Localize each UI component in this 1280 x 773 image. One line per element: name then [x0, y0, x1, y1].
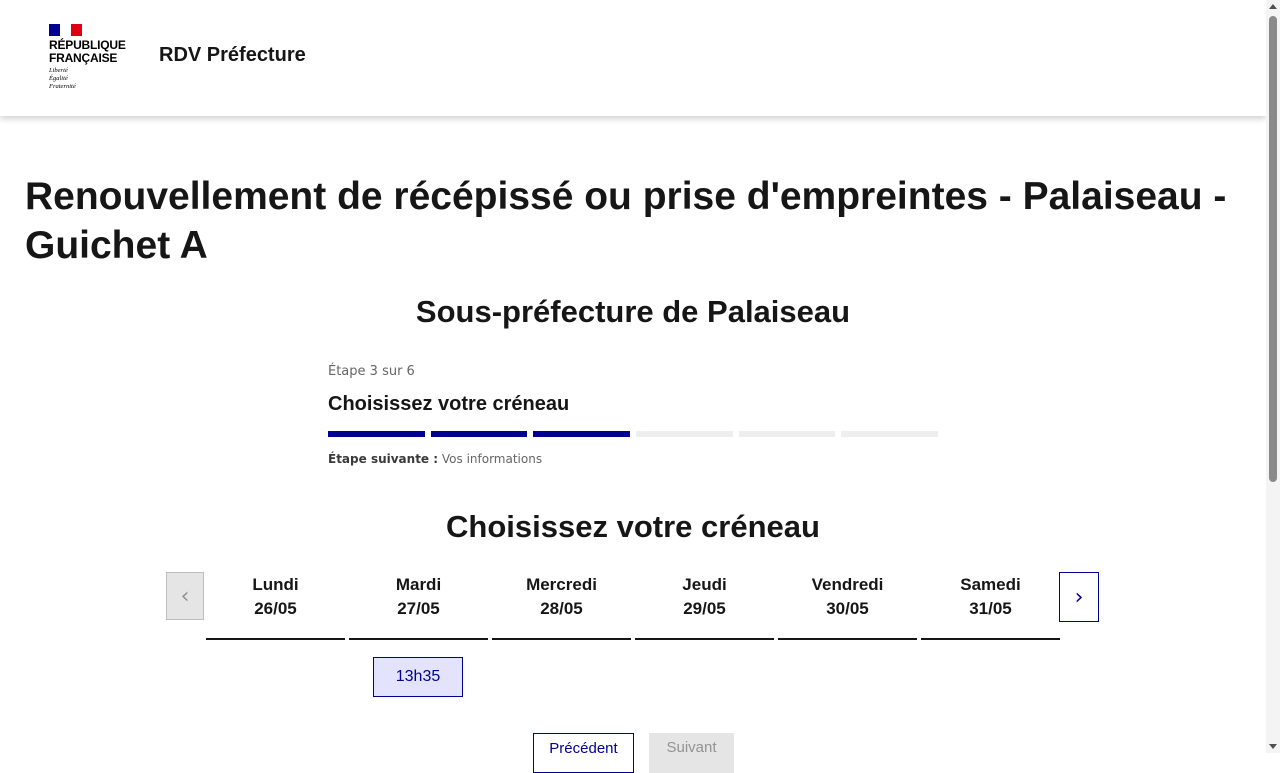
- scrollbar-thumb[interactable]: [1269, 16, 1277, 482]
- day-date: 27/05: [397, 599, 440, 618]
- scroll-up-arrow-icon[interactable]: [1269, 4, 1277, 9]
- day-column-tuesday: Mardi 27/05: [349, 572, 488, 640]
- day-date: 28/05: [540, 599, 583, 618]
- page-scrollbar[interactable]: [1266, 0, 1280, 753]
- stepper-segment: [533, 431, 631, 437]
- stepper-segment: [328, 431, 425, 437]
- stepper-segment: [430, 431, 528, 437]
- logo-motto: Liberté Égalité Fraternité: [49, 67, 139, 91]
- stepper-segment: [636, 431, 733, 437]
- site-header: RÉPUBLIQUE FRANÇAISE Liberté Égalité Fra…: [0, 0, 1266, 116]
- stepper-segment: [841, 431, 939, 437]
- slot-section-title: Choisissez votre créneau: [446, 509, 820, 544]
- day-column-thursday: Jeudi 29/05: [635, 572, 774, 640]
- day-column-monday: Lundi 26/05: [206, 572, 345, 640]
- day-name: Lundi: [252, 575, 299, 594]
- next-button[interactable]: Suivant: [649, 733, 734, 773]
- stepper-progress: [328, 431, 939, 437]
- stepper-segment: [738, 431, 836, 437]
- service-title[interactable]: RDV Préfecture: [159, 44, 306, 67]
- next-week-button[interactable]: ›: [1059, 572, 1099, 622]
- prefecture-subtitle: Sous-préfecture de Palaiseau: [415, 294, 851, 329]
- stepper-next-value: Vos informations: [441, 452, 543, 466]
- day-name: Mardi: [395, 575, 442, 594]
- day-name: Samedi: [960, 575, 1021, 594]
- stepper-state: Étape 3 sur 6: [328, 364, 415, 379]
- logo-motto-line1: Liberté: [49, 67, 68, 74]
- day-name: Mercredi: [526, 575, 597, 594]
- stepper-title: Choisissez votre créneau: [328, 393, 570, 415]
- day-date: 31/05: [969, 599, 1012, 618]
- logo-name-line2: FRANÇAISE: [49, 51, 118, 65]
- french-flag-icon: [49, 24, 82, 36]
- stepper: Étape 3 sur 6 Choisissez votre créneau É…: [328, 362, 939, 467]
- previous-button[interactable]: Précédent: [533, 733, 634, 773]
- day-name: Vendredi: [811, 575, 884, 594]
- day-column-friday: Vendredi 30/05: [778, 572, 917, 640]
- logo-motto-line2: Égalité: [49, 75, 68, 82]
- day-column-saturday: Samedi 31/05: [921, 572, 1060, 640]
- day-date: 30/05: [826, 599, 869, 618]
- previous-week-button[interactable]: ‹: [166, 572, 204, 620]
- calendar-days: Lundi 26/05 Mardi 27/05 Mercredi 28/05 J…: [206, 572, 1060, 640]
- republique-francaise-logo[interactable]: RÉPUBLIQUE FRANÇAISE Liberté Égalité Fra…: [49, 24, 139, 96]
- chevron-left-icon: ‹: [180, 583, 190, 609]
- page-title: Renouvellement de récépissé ou prise d'e…: [25, 175, 1227, 267]
- scroll-down-arrow-icon[interactable]: [1269, 744, 1277, 749]
- day-column-wednesday: Mercredi 28/05: [492, 572, 631, 640]
- logo-motto-line3: Fraternité: [49, 83, 76, 90]
- chevron-right-icon: ›: [1074, 584, 1084, 610]
- day-date: 26/05: [254, 599, 297, 618]
- logo-name: RÉPUBLIQUE FRANÇAISE: [49, 39, 139, 65]
- day-name: Jeudi: [682, 575, 727, 594]
- stepper-next-label: Étape suivante :: [328, 452, 439, 466]
- time-slot-button[interactable]: 13h35: [373, 657, 463, 697]
- day-date: 29/05: [683, 599, 726, 618]
- stepper-next-step: Étape suivante : Vos informations: [328, 451, 938, 467]
